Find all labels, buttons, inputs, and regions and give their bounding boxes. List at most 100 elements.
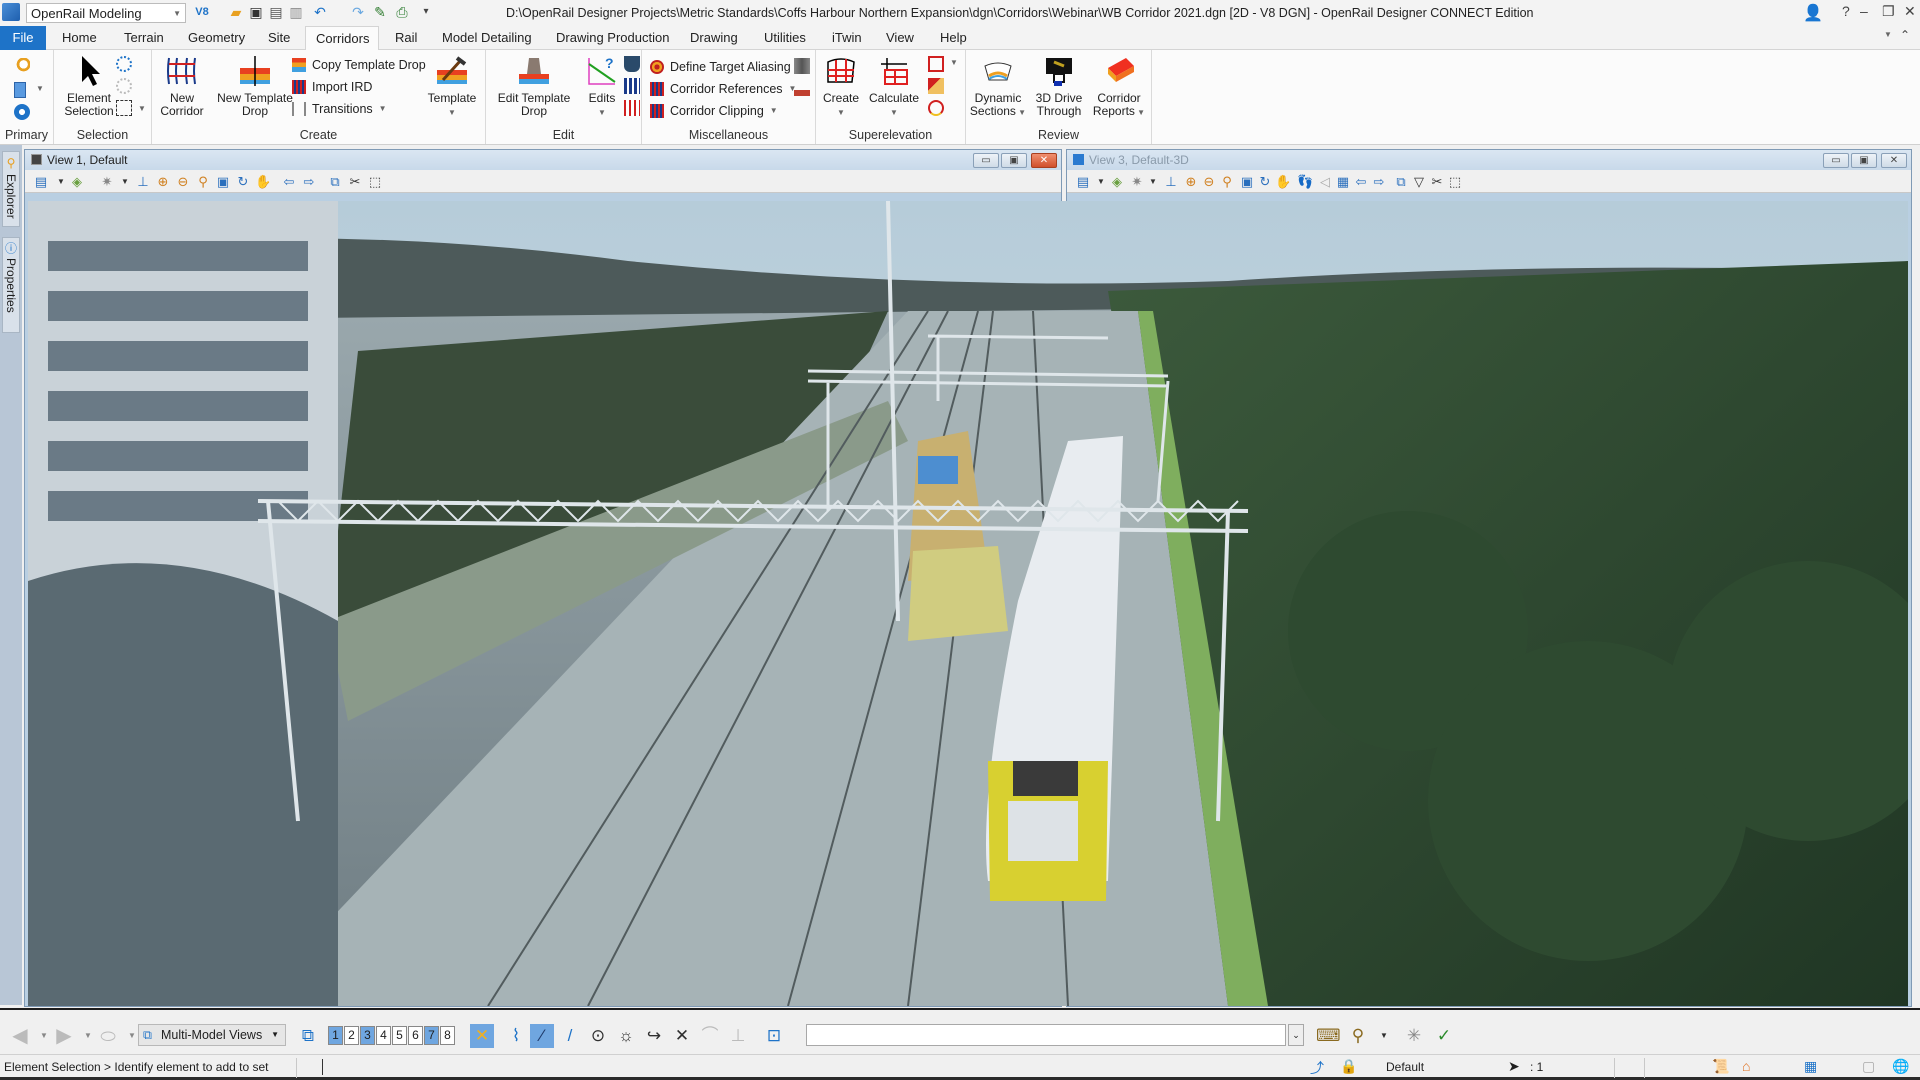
window-area-icon[interactable]: ⚲ bbox=[195, 174, 211, 190]
close-view-button[interactable]: ✕ bbox=[1031, 153, 1057, 168]
walk-icon[interactable]: 👣 bbox=[1297, 174, 1313, 190]
zoom-out-icon[interactable]: ⊖ bbox=[1201, 174, 1217, 190]
superelevation-calculate-button[interactable]: Calculate ▼ bbox=[866, 54, 922, 119]
tab-itwin[interactable]: iTwin bbox=[822, 26, 872, 50]
view-toggle-4[interactable]: 4 bbox=[376, 1026, 391, 1045]
superelevation-report-icon[interactable] bbox=[928, 100, 944, 116]
transitions-button[interactable]: Transitions ▼ bbox=[292, 100, 387, 118]
view-attributes-icon[interactable]: ▤ bbox=[33, 174, 49, 190]
chevron-down-icon[interactable]: ▼ bbox=[117, 174, 133, 190]
chevron-down-icon[interactable]: ▼ bbox=[1145, 174, 1161, 190]
tab-help[interactable]: Help bbox=[930, 26, 977, 50]
home-icon[interactable]: ⌂ bbox=[1742, 1058, 1750, 1074]
snap-nearest-icon[interactable]: ⁄ bbox=[530, 1024, 554, 1048]
clipping-objects-icon[interactable] bbox=[624, 100, 640, 116]
pan-view-icon[interactable]: ✋ bbox=[1275, 174, 1291, 190]
corridor-references-button[interactable]: Corridor References ▼ bbox=[650, 80, 796, 98]
selection-box-icon[interactable] bbox=[116, 100, 132, 116]
view-groups-icon[interactable]: ⧉ bbox=[296, 1024, 320, 1048]
back-icon[interactable]: ◀ bbox=[8, 1024, 32, 1048]
command-input[interactable] bbox=[806, 1024, 1286, 1046]
define-target-aliasing-button[interactable]: Define Target Aliasing bbox=[650, 58, 791, 76]
lighting-icon[interactable]: ✷ bbox=[1129, 174, 1145, 190]
view-toggle-7[interactable]: 7 bbox=[424, 1026, 439, 1045]
clear-selection-icon[interactable] bbox=[116, 78, 132, 94]
snap-intersection-icon[interactable]: ✕ bbox=[670, 1024, 694, 1048]
command-history-dropdown[interactable]: ⌄ bbox=[1288, 1024, 1304, 1046]
accudraw-icon[interactable]: ✳ bbox=[1402, 1024, 1426, 1048]
select-all-icon[interactable] bbox=[116, 56, 132, 72]
tab-site[interactable]: Site bbox=[258, 26, 300, 50]
superelevation-create-button[interactable]: Create ▼ bbox=[820, 54, 862, 119]
display-style-icon[interactable]: ◈ bbox=[69, 174, 85, 190]
copy-template-drop-button[interactable]: Copy Template Drop bbox=[292, 56, 426, 74]
tab-view[interactable]: View bbox=[876, 26, 924, 50]
active-level[interactable]: Default bbox=[1386, 1060, 1424, 1074]
tab-geometry[interactable]: Geometry bbox=[178, 26, 255, 50]
ir-icon[interactable] bbox=[794, 80, 810, 96]
lighting-icon[interactable]: ✷ bbox=[99, 174, 115, 190]
close-view-button[interactable]: ✕ bbox=[1881, 153, 1907, 168]
3d-scene-viewport[interactable] bbox=[28, 201, 1908, 1006]
drive-through-button[interactable]: 3D Drive Through bbox=[1032, 54, 1086, 118]
zoom-in-icon[interactable]: ⊕ bbox=[1183, 174, 1199, 190]
snap-midpoint-icon[interactable]: / bbox=[558, 1024, 582, 1048]
accusnap-icon[interactable]: ✓ bbox=[1432, 1024, 1456, 1048]
tab-rail[interactable]: Rail bbox=[385, 26, 427, 50]
close-icon[interactable]: ✕ bbox=[1904, 3, 1916, 20]
tab-corridors[interactable]: Corridors bbox=[305, 26, 379, 51]
view-previous-icon[interactable]: ⇦ bbox=[1353, 174, 1369, 190]
view-toggle-1[interactable]: 1 bbox=[328, 1026, 343, 1045]
view-toggle-8[interactable]: 8 bbox=[440, 1026, 455, 1045]
update-view-icon[interactable]: ⊥ bbox=[1163, 174, 1179, 190]
snap-center-icon[interactable]: ⊙ bbox=[586, 1024, 610, 1048]
tab-home[interactable]: Home bbox=[52, 26, 107, 50]
copy-view-icon[interactable]: ⧉ bbox=[1393, 174, 1409, 190]
save-icon[interactable]: ▣ bbox=[248, 4, 264, 20]
import-ird-button[interactable]: Import IRD bbox=[292, 78, 372, 96]
minimize-view-button[interactable]: ▭ bbox=[973, 153, 999, 168]
collapse-ribbon-icon[interactable]: ⌃ bbox=[1900, 28, 1910, 42]
snap-perpendicular-icon[interactable]: ⊥ bbox=[726, 1024, 750, 1048]
view-next-icon[interactable]: ⇨ bbox=[301, 174, 317, 190]
new-corridor-button[interactable]: New Corridor bbox=[154, 54, 210, 118]
fit-view-icon[interactable]: ▣ bbox=[1239, 174, 1255, 190]
restore-view-button[interactable]: ▣ bbox=[1001, 153, 1027, 168]
customize-qat-icon[interactable]: ▾ bbox=[418, 4, 434, 20]
rotate-view-icon[interactable]: ↻ bbox=[1257, 174, 1273, 190]
view-toggle-3[interactable]: 3 bbox=[360, 1026, 375, 1045]
model-views-dropdown[interactable]: ⧉ Multi-Model Views ▼ bbox=[138, 1024, 286, 1046]
restore-icon[interactable]: ❐ bbox=[1882, 3, 1895, 20]
pin-icon[interactable]: ✎ bbox=[372, 4, 388, 20]
sheet-icon[interactable]: ▢ bbox=[1862, 1058, 1875, 1075]
zoom-in-icon[interactable]: ⊕ bbox=[155, 174, 171, 190]
window-area-icon[interactable]: ⚲ bbox=[1219, 174, 1235, 190]
minimize-view-button[interactable]: ▭ bbox=[1823, 153, 1849, 168]
display-style-icon[interactable]: ◈ bbox=[1109, 174, 1125, 190]
explorer-icon[interactable] bbox=[14, 58, 30, 74]
apply-icon[interactable] bbox=[624, 56, 640, 72]
element-selection-button[interactable]: Element Selection bbox=[58, 54, 120, 118]
print-icon[interactable]: ⎙ bbox=[394, 4, 410, 20]
snap-keypoint-icon[interactable]: ⌇ bbox=[504, 1024, 528, 1048]
explorer-dock-tab[interactable]: ⚲ Explorer bbox=[2, 151, 20, 227]
chevron-down-icon[interactable]: ▼ bbox=[138, 104, 146, 113]
forward-icon[interactable]: ▶ bbox=[52, 1024, 76, 1048]
tab-terrain[interactable]: Terrain bbox=[114, 26, 174, 50]
view-next-icon[interactable]: ⇨ bbox=[1371, 174, 1387, 190]
design-history-icon[interactable]: ▦ bbox=[1804, 1058, 1817, 1075]
restore-view-button[interactable]: ▣ bbox=[1851, 153, 1877, 168]
view-toggle-6[interactable]: 6 bbox=[408, 1026, 423, 1045]
undo-icon[interactable]: ↶ bbox=[312, 4, 328, 20]
script-icon[interactable]: 📜 bbox=[1712, 1058, 1729, 1075]
clip-mask-icon[interactable]: ⬚ bbox=[367, 174, 383, 190]
snap-tangent-icon[interactable]: ↪ bbox=[642, 1024, 666, 1048]
zoom-out-icon[interactable]: ⊖ bbox=[175, 174, 191, 190]
display-volume-icon[interactable]: ▽ bbox=[1411, 174, 1427, 190]
model-icon[interactable]: ⬭ bbox=[96, 1024, 120, 1048]
view-toggle-2[interactable]: 2 bbox=[344, 1026, 359, 1045]
tab-model-detailing[interactable]: Model Detailing bbox=[432, 26, 542, 50]
properties-icon[interactable] bbox=[14, 104, 30, 120]
find-key-in-icon[interactable]: ⚲ bbox=[1346, 1024, 1370, 1048]
snap-origin-icon[interactable]: ☼ bbox=[614, 1024, 638, 1048]
